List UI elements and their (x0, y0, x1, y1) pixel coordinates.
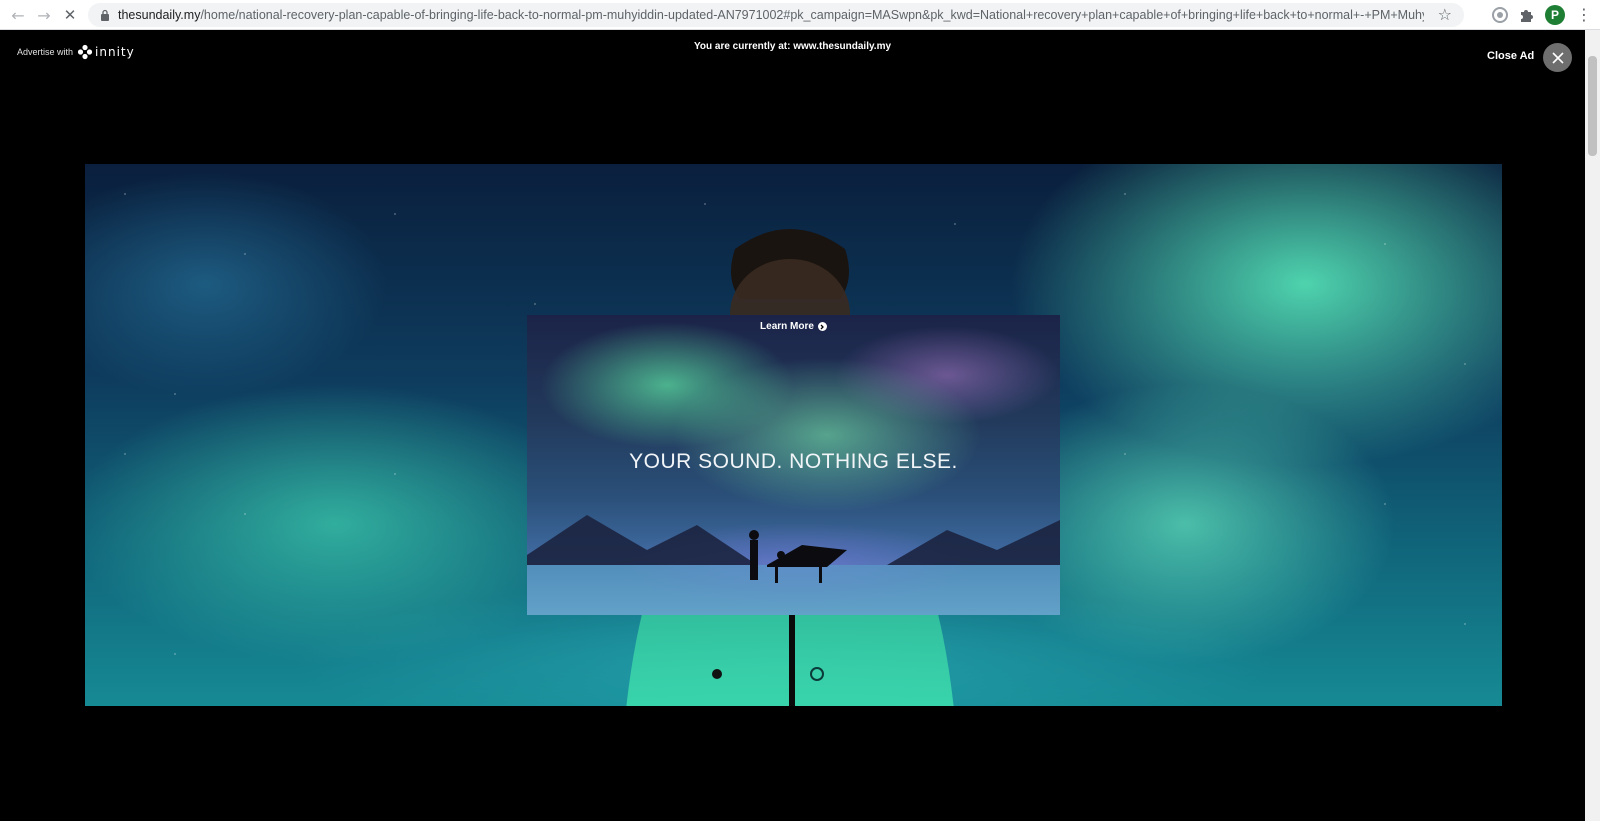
piano-scene (527, 515, 1060, 615)
browser-toolbar: ← → ✕ thesundaily.my/home/national-recov… (0, 0, 1600, 30)
current-location-text: You are currently at: www.thesundaily.my (693, 41, 892, 52)
extension-icon[interactable] (1491, 6, 1509, 24)
kebab-menu-icon[interactable]: ⋮ (1576, 4, 1592, 26)
forward-icon[interactable]: → (34, 5, 54, 25)
learn-more-link[interactable]: Learn More (527, 321, 1060, 332)
close-icon (1551, 51, 1564, 64)
ad-headline: YOUR SOUND. NOTHING ELSE. (629, 450, 958, 473)
learn-more-label: Learn More (760, 321, 814, 332)
stop-loading-icon[interactable]: ✕ (60, 5, 80, 25)
star-icon[interactable]: ☆ (1438, 5, 1452, 24)
puzzle-icon[interactable] (1518, 6, 1536, 24)
inner-video-ad[interactable]: Learn More YOUR SOUND. NOTHING ELSE. (527, 315, 1060, 615)
url-host: thesundaily.my (118, 8, 201, 22)
url-text[interactable]: thesundaily.my/home/national-recovery-pl… (118, 7, 1424, 23)
ad-banner[interactable]: Learn More YOUR SOUND. NOTHING ELSE. (85, 164, 1502, 706)
url-path: /home/national-recovery-plan-capable-of-… (200, 8, 1424, 22)
page-viewport: Advertise with innity You are currently … (0, 30, 1585, 821)
back-icon[interactable]: ← (8, 5, 28, 25)
close-ad-label[interactable]: Close Ad (1487, 50, 1534, 62)
lock-icon[interactable] (100, 9, 110, 21)
address-bar[interactable]: thesundaily.my/home/national-recovery-pl… (88, 3, 1464, 27)
profile-avatar[interactable]: P (1545, 5, 1565, 25)
close-ad-button[interactable] (1543, 43, 1572, 72)
scrollbar-thumb[interactable] (1588, 56, 1597, 156)
page-scrollbar[interactable] (1585, 30, 1600, 821)
chevron-right-icon (817, 322, 827, 331)
